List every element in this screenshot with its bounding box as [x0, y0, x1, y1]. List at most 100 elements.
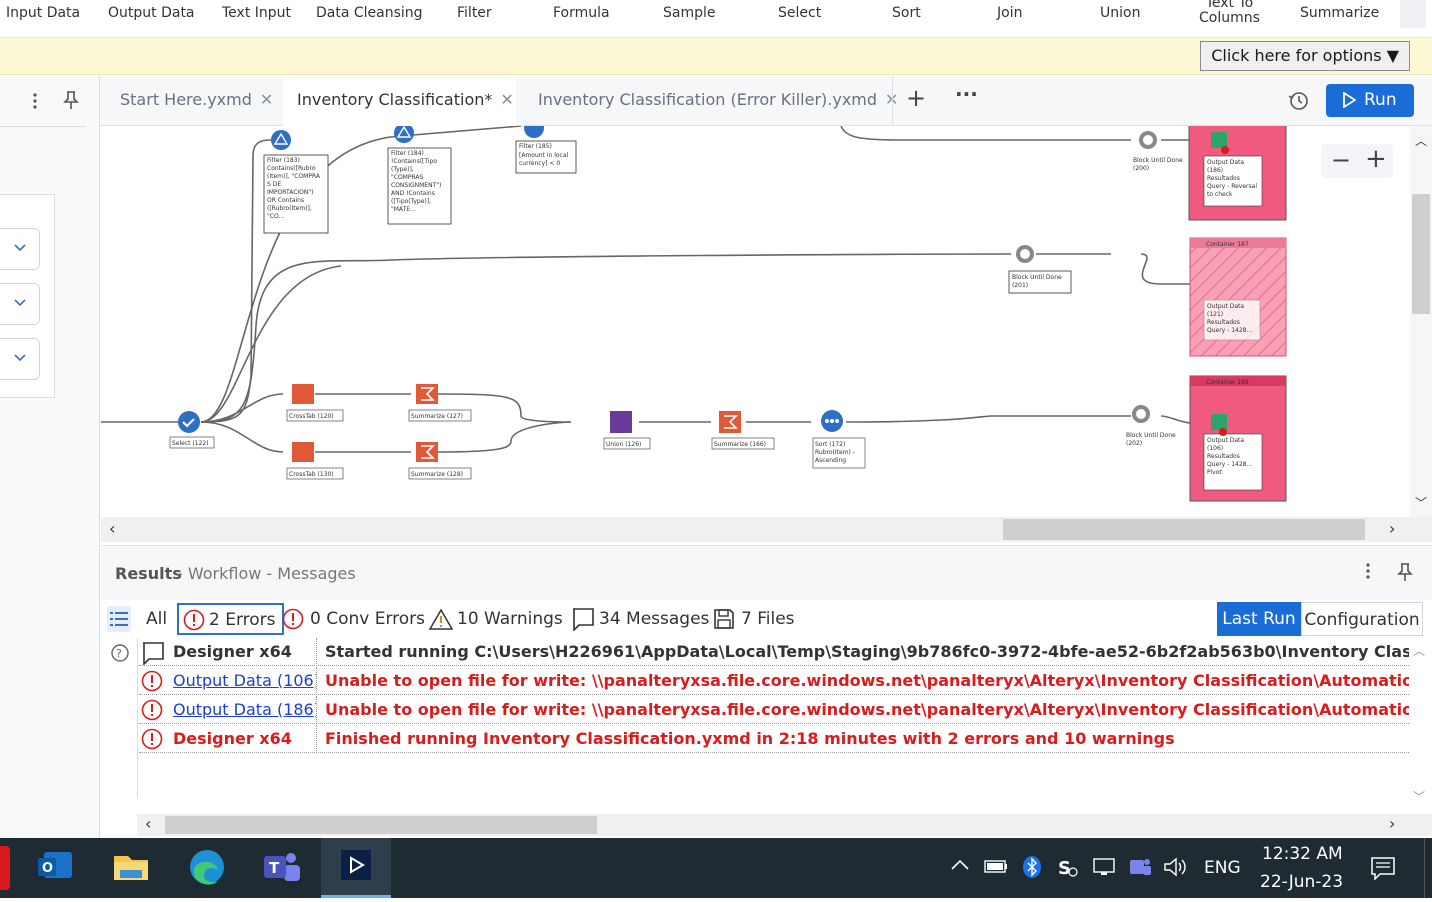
scroll-thumb[interactable]: [1003, 519, 1365, 540]
filter-conv-errors[interactable]: 0 Conv Errors: [282, 604, 425, 634]
palette-data-cleansing[interactable]: Data Cleansing: [316, 0, 423, 38]
status-app-icon[interactable]: S: [1056, 856, 1078, 882]
summarize-node-127[interactable]: Summarize (127): [408, 384, 472, 422]
outlook-icon[interactable]: O: [22, 838, 92, 898]
summarize-node-128[interactable]: Summarize (128): [408, 442, 472, 480]
scroll-down-icon[interactable]: ﹀: [1415, 494, 1427, 511]
scroll-right-icon[interactable]: ›: [1389, 519, 1395, 538]
configuration-button[interactable]: Configuration: [1301, 602, 1423, 636]
filter-warnings[interactable]: 10 Warnings: [429, 604, 563, 634]
pin-icon[interactable]: [63, 90, 79, 114]
dropdown-3[interactable]: [0, 338, 40, 380]
clock-date[interactable]: 22-Jun-23: [1260, 872, 1343, 892]
filter-messages[interactable]: 34 Messages: [571, 604, 709, 634]
teams-icon[interactable]: T: [246, 838, 316, 898]
container-187-label: Container 187: [1206, 241, 1249, 248]
error-icon: [282, 608, 304, 630]
output-container-186[interactable]: [1188, 126, 1287, 221]
panel-menu-icon[interactable]: [30, 92, 40, 114]
zoom-out-button[interactable]: −: [1331, 146, 1351, 174]
edge-icon[interactable]: [172, 838, 242, 898]
block-until-done-202[interactable]: Block Until Done (202): [1126, 405, 1176, 447]
select-node-122[interactable]: Select (122): [169, 411, 215, 449]
palette-text-to-columns[interactable]: Text To Columns: [1199, 0, 1260, 34]
tab-start-here[interactable]: Start Here.yxmd ✕: [108, 76, 282, 126]
teams-tray-icon[interactable]: [1128, 856, 1152, 882]
network-icon[interactable]: [1092, 857, 1116, 881]
scroll-left-icon[interactable]: ‹: [145, 814, 151, 833]
results-menu-icon[interactable]: [1363, 562, 1373, 584]
palette-select[interactable]: Select: [778, 0, 821, 38]
union-node-126[interactable]: Union (126): [603, 411, 651, 450]
dropdown-1[interactable]: [0, 228, 40, 270]
run-button[interactable]: Run: [1326, 84, 1414, 117]
summarize-node-166[interactable]: Summarize (166): [711, 411, 775, 450]
sort-node-172[interactable]: Sort (172) Rubro(Item) - Ascending: [812, 410, 866, 469]
message-source-link[interactable]: Output Data (186): [173, 696, 317, 724]
workflow-graph: Filter (183) Filter (184) Filter (185) C…: [101, 126, 1287, 502]
results-pin-icon[interactable]: [1397, 562, 1413, 586]
palette-summarize[interactable]: Summarize: [1300, 0, 1379, 38]
last-run-button[interactable]: Last Run: [1217, 602, 1301, 636]
msg-scroll-down-icon[interactable]: ﹀: [1413, 788, 1425, 805]
options-button[interactable]: Click here for options ▼: [1200, 41, 1410, 71]
show-hidden-icons[interactable]: [950, 856, 970, 875]
battery-icon[interactable]: [984, 858, 1008, 878]
crosstab-node-120[interactable]: CrossTab (120): [286, 384, 344, 422]
messages-horizontal-scrollbar[interactable]: ‹ ›: [137, 814, 1432, 836]
filter-errors-label: 2 Errors: [209, 610, 276, 630]
message-text: Unable to open file for write: \\panalte…: [325, 671, 1409, 690]
zoom-in-button[interactable]: +: [1365, 144, 1387, 174]
msg-scroll-up-icon[interactable]: ︿: [1413, 642, 1425, 659]
close-icon[interactable]: ✕: [500, 90, 513, 109]
message-row[interactable]: Output Data (186) Unable to open file fo…: [139, 696, 1409, 724]
message-row[interactable]: Designer x64 Started running C:\Users\H2…: [139, 638, 1409, 666]
canvas-vertical-scrollbar[interactable]: ︿ ﹀: [1410, 126, 1432, 517]
bluetooth-icon[interactable]: [1022, 855, 1042, 883]
canvas-horizontal-scrollbar[interactable]: ‹ ›: [101, 517, 1432, 542]
scroll-up-icon[interactable]: ︿: [1415, 132, 1427, 149]
language-indicator[interactable]: ENG: [1204, 858, 1241, 878]
palette-output-data[interactable]: Output Data: [108, 0, 195, 38]
history-icon[interactable]: [1288, 90, 1310, 116]
filter-files[interactable]: 7 Files: [713, 604, 795, 634]
more-tabs-button[interactable]: ···: [955, 82, 978, 106]
palette-text-input[interactable]: Text Input: [222, 0, 291, 38]
scroll-right-icon[interactable]: ›: [1389, 814, 1395, 833]
list-view-icon[interactable]: [107, 606, 131, 632]
block-until-done-200[interactable]: Block Until Done (200): [1133, 131, 1183, 172]
palette-sort[interactable]: Sort: [892, 0, 921, 38]
add-tab-button[interactable]: +: [906, 84, 926, 112]
palette-union[interactable]: Union: [1100, 0, 1140, 38]
notifications-icon[interactable]: [1370, 856, 1396, 884]
palette-input-data[interactable]: Input Data: [6, 0, 80, 38]
tab-inventory-classification[interactable]: Inventory Classification* ✕: [283, 76, 516, 126]
block-until-done-201[interactable]: Block Until Done (201): [1008, 245, 1072, 294]
show-desktop-button[interactable]: [1424, 838, 1432, 898]
workflow-canvas[interactable]: Filter (183) Filter (184) Filter (185) C…: [101, 126, 1410, 517]
crosstab-node-130[interactable]: CrossTab (130): [286, 442, 344, 480]
palette-join[interactable]: Join: [997, 0, 1022, 38]
scroll-thumb[interactable]: [1412, 194, 1430, 314]
message-row[interactable]: Output Data (106) Unable to open file fo…: [139, 667, 1409, 695]
scroll-left-icon[interactable]: ‹: [109, 519, 115, 538]
message-source-link[interactable]: Output Data (106): [173, 667, 317, 695]
output-106-label: Query - 1428...: [1207, 461, 1252, 468]
message-row[interactable]: Designer x64 Finished running Inventory …: [139, 725, 1409, 753]
file-explorer-icon[interactable]: [96, 838, 166, 898]
close-icon[interactable]: ✕: [260, 90, 273, 109]
dropdown-2[interactable]: [0, 283, 40, 325]
output-container-187[interactable]: Container 187: [1189, 237, 1287, 357]
help-icon[interactable]: ?: [111, 644, 129, 666]
palette-sample[interactable]: Sample: [663, 0, 716, 38]
palette-formula[interactable]: Formula: [553, 0, 610, 38]
filter-errors[interactable]: 2 Errors: [177, 603, 284, 635]
palette-filter[interactable]: Filter: [457, 0, 492, 38]
alteryx-icon[interactable]: [321, 838, 391, 898]
tab-error-killer[interactable]: Inventory Classification (Error Killer).…: [524, 76, 898, 126]
filter-all[interactable]: All: [146, 604, 167, 634]
clock-time[interactable]: 12:32 AM: [1262, 844, 1343, 864]
volume-icon[interactable]: [1163, 856, 1189, 882]
palette-scroll-button[interactable]: [1400, 0, 1426, 28]
scroll-thumb[interactable]: [165, 816, 597, 834]
